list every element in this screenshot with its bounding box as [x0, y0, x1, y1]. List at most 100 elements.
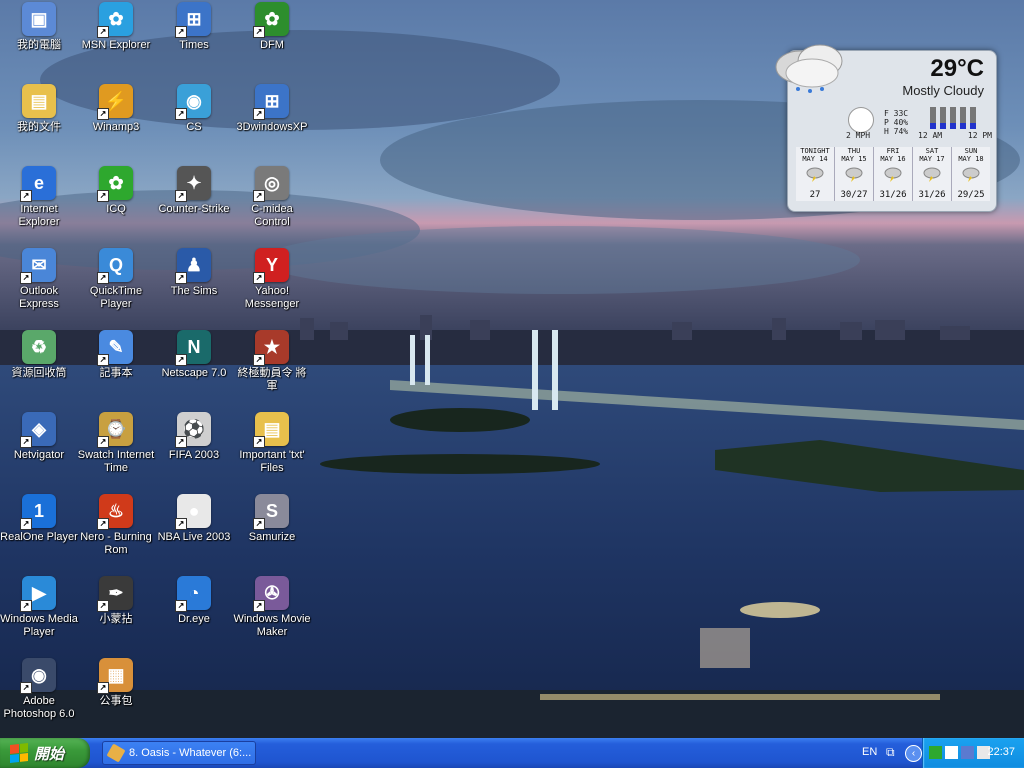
windows-movie-maker-icon: ✇ ↗: [253, 576, 289, 612]
desktop-icon[interactable]: ⚽ ↗ FIFA 2003: [155, 412, 233, 462]
desktop-icon[interactable]: ✇ ↗ Windows Movie Maker: [233, 576, 311, 639]
desktop-icon[interactable]: ◉ ↗ CS: [155, 84, 233, 134]
desktop-icon[interactable]: ✿ ↗ ICQ: [77, 166, 155, 216]
desktop-icon[interactable]: ♨ ↗ Nero - Burning Rom: [77, 494, 155, 557]
windows-logo-yellow: [19, 752, 28, 762]
desktop-icon[interactable]: ★ ↗ 終極動員令 將軍: [233, 330, 311, 393]
desktop-icon-label: DFM: [260, 39, 284, 51]
desktop-icon[interactable]: ◔ ↗ Dr.eye: [155, 576, 233, 626]
taskbar-button-winamp[interactable]: 8. Oasis - Whatever (6:...: [102, 741, 256, 765]
start-button[interactable]: 開始: [0, 738, 90, 768]
shortcut-arrow-icon: ↗: [253, 26, 265, 38]
dreye-icon: ◔ ↗: [175, 576, 211, 612]
hourly-bars: [930, 107, 978, 129]
forecast-day: SAT MAY 17 31/26: [912, 147, 951, 201]
desktop-icon-label: CS: [186, 121, 202, 133]
forecast-day: THU MAY 15 30/27: [834, 147, 873, 201]
desktop-icon-label: C-midea Control: [251, 203, 293, 228]
forecast-day-name: FRI: [886, 147, 900, 155]
desktop-icon[interactable]: ▤ ↗ Important 'txt' Files: [233, 412, 311, 475]
desktop-icon[interactable]: ⌚ ↗ Swatch Internet Time: [77, 412, 155, 475]
network-tray-icon[interactable]: [945, 746, 958, 759]
desktop-icon[interactable]: ◉ ↗ Adobe Photoshop 6.0: [0, 658, 78, 721]
desktop-icon[interactable]: ✉ ↗ Outlook Express: [0, 248, 78, 311]
desktop-icon-label: Swatch Internet Time: [77, 449, 155, 474]
3dwindowsxp-icon: ⊞ ↗: [253, 84, 289, 120]
shortcut-arrow-icon: ↗: [97, 436, 109, 448]
shortcut-arrow-icon: ↗: [97, 518, 109, 530]
desktop-icon[interactable]: ✦ ↗ Counter-Strike: [155, 166, 233, 216]
hourly-times: 12 AM 12 PM: [918, 131, 992, 140]
desktop-icon-label: Outlook Express: [19, 285, 59, 310]
desktop-icon[interactable]: ⚡ ↗ Winamp3: [77, 84, 155, 134]
language-indicator[interactable]: EN: [862, 746, 877, 758]
desktop-icon[interactable]: ● ↗ NBA Live 2003: [155, 494, 233, 544]
desktop-icon[interactable]: ◎ ↗ C-midea Control: [233, 166, 311, 229]
shortcut-arrow-icon: ↗: [20, 682, 32, 694]
wind-speed: 2 MPH: [846, 131, 871, 140]
monitor-tray-icon[interactable]: [961, 746, 974, 759]
winamp-task-icon: [106, 743, 126, 763]
shortcut-arrow-icon: ↗: [253, 600, 265, 612]
photoshop-icon: ◉ ↗: [20, 658, 56, 694]
desktop-icon-label: Nero - Burning Rom: [80, 531, 152, 556]
forecast-temps: 31/26: [918, 190, 946, 200]
show-hidden-icons-button[interactable]: ‹: [905, 745, 922, 762]
nero-icon: ♨ ↗: [97, 494, 133, 530]
desktop-icon-label: Internet Explorer: [18, 203, 60, 228]
forecast-day-name: SAT: [925, 147, 939, 155]
restore-icon[interactable]: ⧉: [886, 745, 900, 759]
desktop-icon[interactable]: ◈ ↗ Netvigator: [0, 412, 78, 462]
cloudy-icon: [775, 44, 843, 93]
desktop-icon[interactable]: ✿ ↗ DFM: [233, 2, 311, 52]
times-icon: ⊞ ↗: [175, 2, 211, 38]
desktop-icon[interactable]: S ↗ Samurize: [233, 494, 311, 544]
shortcut-arrow-icon: ↗: [97, 354, 109, 366]
desktop-icon[interactable]: ⊞ ↗ Times: [155, 2, 233, 52]
forecast-temps: 29/25: [957, 190, 985, 200]
desktop-icon[interactable]: ▶ ↗ Windows Media Player: [0, 576, 78, 639]
desktop-icon-label: 記事本: [99, 367, 133, 379]
desktop-icon-label: 公事包: [99, 695, 133, 707]
desktop-icon[interactable]: e ↗ Internet Explorer: [0, 166, 78, 229]
desktop-icon-label: Dr.eye: [178, 613, 210, 625]
weather-stats: F 33C P 40% H 74%: [884, 109, 908, 136]
forecast-row: TONIGHT MAY 14 27 THU MAY 15 30/27 FRI M…: [796, 147, 990, 201]
forecast-day: SUN MAY 18 29/25: [951, 147, 990, 201]
shortcut-arrow-icon: ↗: [253, 354, 265, 366]
nba-live-icon: ● ↗: [175, 494, 211, 530]
shortcut-arrow-icon: ↗: [97, 108, 109, 120]
desktop-icon[interactable]: 1 ↗ RealOne Player: [0, 494, 78, 544]
thunderstorm-icon: [923, 167, 941, 182]
yahoo-messenger-icon: Y ↗: [253, 248, 289, 284]
quicktime-icon: Q ↗: [97, 248, 133, 284]
desktop-icon[interactable]: ▦ ↗ 公事包: [77, 658, 155, 708]
desktop-icon[interactable]: ✒ ↗ 小蒙拈: [77, 576, 155, 626]
desktop-icon[interactable]: ▣ 我的電腦: [0, 2, 78, 52]
desktop-icon[interactable]: ✎ ↗ 記事本: [77, 330, 155, 380]
counter-strike-icon: ✦ ↗: [175, 166, 211, 202]
desktop-icon[interactable]: ▤ 我的文件: [0, 84, 78, 134]
c-midea-control-icon: ◎ ↗: [253, 166, 289, 202]
hourly-bar: [940, 107, 946, 129]
desktop-icon-label: Samurize: [248, 531, 296, 543]
desktop-icon[interactable]: ♻ 資源回收筒: [0, 330, 78, 380]
desktop-icon-label: Windows Movie Maker: [233, 613, 311, 638]
desktop-icon-label: 資源回收筒: [11, 367, 67, 379]
icq-tray-icon[interactable]: [929, 746, 942, 759]
desktop-icon[interactable]: ⊞ ↗ 3DwindowsXP: [233, 84, 311, 134]
desktop-icon[interactable]: Q ↗ QuickTime Player: [77, 248, 155, 311]
forecast-date: MAY 17: [919, 155, 945, 163]
shortcut-arrow-icon: ↗: [175, 436, 187, 448]
desktop-icon[interactable]: ✿ ↗ MSN Explorer: [77, 2, 155, 52]
desktop-icon[interactable]: ♟ ↗ The Sims: [155, 248, 233, 298]
windows-logo-red: [10, 744, 19, 754]
forecast-day-name: SUN: [964, 147, 978, 155]
desktop-icon[interactable]: N ↗ Netscape 7.0: [155, 330, 233, 380]
desktop-icon[interactable]: Y ↗ Yahoo! Messenger: [233, 248, 311, 311]
system-tray: 22:37: [922, 738, 1024, 768]
desktop-icon-label: RealOne Player: [0, 531, 78, 543]
forecast-day-name: TONIGHT: [800, 147, 830, 155]
shortcut-arrow-icon: ↗: [175, 600, 187, 612]
clock[interactable]: 22:37: [987, 746, 1015, 758]
